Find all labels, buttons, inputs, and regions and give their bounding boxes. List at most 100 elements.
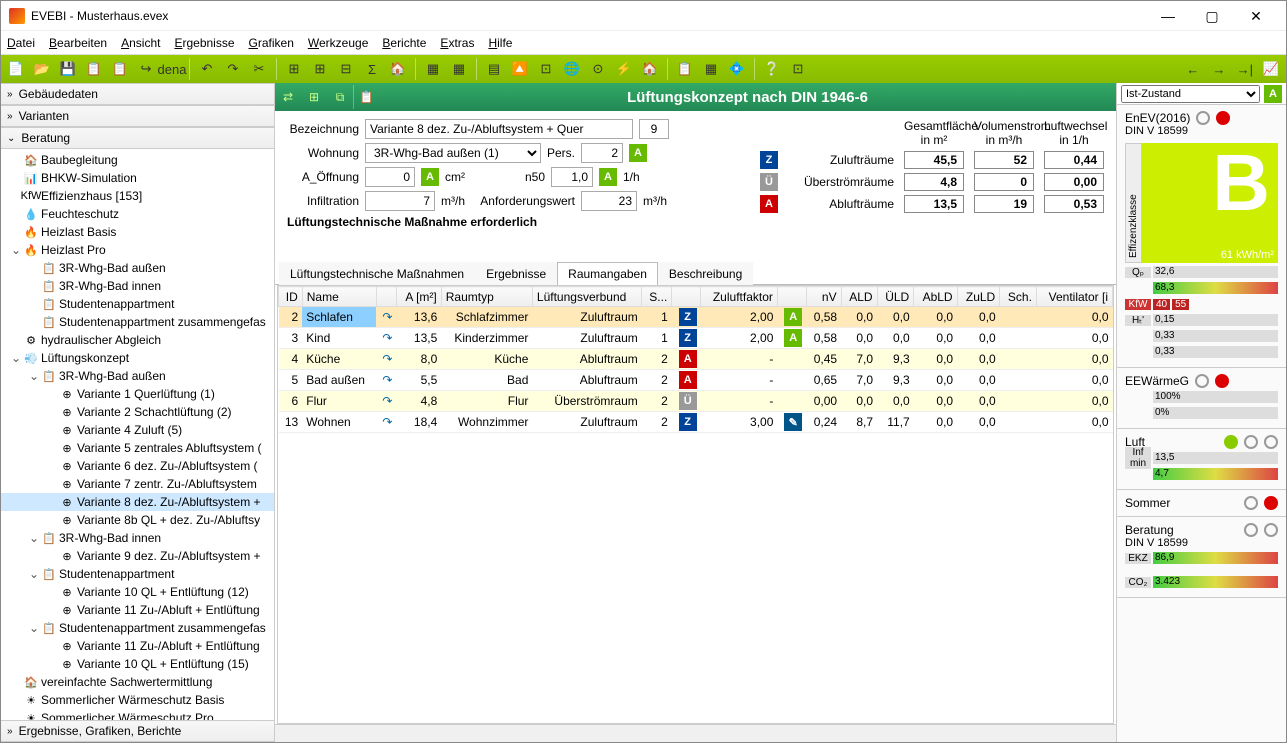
menu-extras[interactable]: Extras (440, 36, 474, 50)
menu-datei[interactable]: Datei (7, 36, 35, 50)
tree-item[interactable]: ⊕Variante 11 Zu-/Abluft + Entlüftung (1, 637, 274, 655)
tree-item[interactable]: 📋3R-Whg-Bad innen (1, 277, 274, 295)
close-button[interactable]: ✕ (1234, 2, 1278, 30)
tool-19[interactable]: ▦ (448, 58, 470, 80)
table-row[interactable]: 13Wohnen↷18,4WohnzimmerZuluftraum2Z3,00✎… (279, 412, 1113, 433)
tree-item[interactable]: ⊕Variante 5 zentrales Abluftsystem ( (1, 439, 274, 457)
tool-26[interactable]: ⚡ (613, 58, 635, 80)
table-wrap[interactable]: IDNameA [m²]RaumtypLüftungsverbundS...Zu… (277, 285, 1114, 724)
tool-27[interactable]: 🏠 (639, 58, 661, 80)
tool-3[interactable]: 📋 (83, 58, 105, 80)
tool-61[interactable]: ← (1182, 58, 1204, 80)
tree-item[interactable]: 📋Studentenappartment zusammengefas (1, 313, 274, 331)
menu-werkzeuge[interactable]: Werkzeuge (308, 36, 368, 50)
tree-item[interactable]: ⌄📋Studentenappartment (1, 565, 274, 583)
tree-item[interactable]: ⊕Variante 2 Schachtlüftung (2) (1, 403, 274, 421)
tool-63[interactable]: →| (1234, 58, 1256, 80)
menu-hilfe[interactable]: Hilfe (488, 36, 512, 50)
tool-21[interactable]: ▤ (483, 58, 505, 80)
tree-item[interactable]: 🏠Baubegleitung (1, 151, 274, 169)
wohnung-select[interactable]: 3R-Whg-Bad außen (1) (365, 143, 541, 163)
h-scrollbar[interactable] (275, 724, 1116, 742)
tool-30[interactable]: ▦ (700, 58, 722, 80)
table-row[interactable]: 6Flur↷4,8FlurÜberströmraum2Ü-0,000,00,00… (279, 391, 1113, 412)
tree-item[interactable]: KfWEffizienzhaus [153] (1, 187, 274, 205)
tool-34[interactable]: ⊡ (787, 58, 809, 80)
tool-23[interactable]: ⊡ (535, 58, 557, 80)
tool-9[interactable]: ↷ (222, 58, 244, 80)
table-row[interactable]: 5Bad außen↷5,5BadAbluftraum2A-0,657,09,3… (279, 370, 1113, 391)
bezeichnung-input[interactable] (365, 119, 633, 139)
state-select[interactable]: Ist-Zustand (1121, 85, 1260, 103)
tree-item[interactable]: ⌄💨Lüftungskonzept (1, 349, 274, 367)
tree-item[interactable]: ⊕Variante 10 QL + Entlüftung (12) (1, 583, 274, 601)
tool-31[interactable]: 💠 (726, 58, 748, 80)
tool-12[interactable]: ⊞ (283, 58, 305, 80)
tool-5[interactable]: ↪ (135, 58, 157, 80)
tool-64[interactable]: 📈 (1260, 58, 1282, 80)
tool-8[interactable]: ↶ (196, 58, 218, 80)
n50-input[interactable] (551, 167, 593, 187)
accordion-varianten[interactable]: »Varianten (1, 105, 274, 127)
accordion-gebaeudedaten[interactable]: »Gebäudedaten (1, 83, 274, 105)
num-button[interactable]: 9 (639, 119, 669, 139)
accordion-ergebnisse[interactable]: »Ergebnisse, Grafiken, Berichte (1, 720, 274, 742)
tool-2[interactable]: 💾 (57, 58, 79, 80)
tree-item[interactable]: ⚙hydraulischer Abgleich (1, 331, 274, 349)
tree-item[interactable]: 📊BHKW-Simulation (1, 169, 274, 187)
tool-0[interactable]: 📄 (5, 58, 27, 80)
tree-item[interactable]: ⊕Variante 9 dez. Zu-/Abluftsystem + (1, 547, 274, 565)
aoeff-input[interactable] (365, 167, 415, 187)
tab-0[interactable]: Lüftungstechnische Maßnahmen (279, 262, 475, 285)
tab-2[interactable]: Raumangaben (557, 262, 658, 285)
tree-item[interactable]: 💧Feuchteschutz (1, 205, 274, 223)
tree-item[interactable]: ⌄🔥Heizlast Pro (1, 241, 274, 259)
tree-item[interactable]: ⊕Variante 6 dez. Zu-/Abluftsystem ( (1, 457, 274, 475)
tree-item[interactable]: ⊕Variante 11 Zu-/Abluft + Entlüftung (1, 601, 274, 619)
menu-berichte[interactable]: Berichte (382, 36, 426, 50)
menu-bearbeiten[interactable]: Bearbeiten (49, 36, 107, 50)
table-row[interactable]: 4Küche↷8,0KücheAbluftraum2A-0,457,09,30,… (279, 349, 1113, 370)
tree[interactable]: 🏠Baubegleitung📊BHKW-SimulationKfWEffizie… (1, 149, 274, 720)
tool-1[interactable]: 📂 (31, 58, 53, 80)
tree-item[interactable]: ☀Sommerlicher Wärmeschutz Pro (1, 709, 274, 720)
pers-input[interactable] (581, 143, 623, 163)
tree-item[interactable]: 🏠vereinfachte Sachwertermittlung (1, 673, 274, 691)
tree-item[interactable]: 📋3R-Whg-Bad außen (1, 259, 274, 277)
minimize-button[interactable]: — (1146, 2, 1190, 30)
tree-item[interactable]: ☀Sommerlicher Wärmeschutz Basis (1, 691, 274, 709)
tree-item[interactable]: ⊕Variante 4 Zuluft (5) (1, 421, 274, 439)
anf-input[interactable] (581, 191, 637, 211)
maximize-button[interactable]: ▢ (1190, 2, 1234, 30)
tool-10[interactable]: ✂ (248, 58, 270, 80)
tool-24[interactable]: 🌐 (561, 58, 583, 80)
tool-18[interactable]: ▦ (422, 58, 444, 80)
tree-item[interactable]: ⌄📋Studentenappartment zusammengefas (1, 619, 274, 637)
table-row[interactable]: 2Schlafen↷13,6SchlafzimmerZuluftraum1Z2,… (279, 307, 1113, 328)
tool-14[interactable]: ⊟ (335, 58, 357, 80)
tree-item[interactable]: 🔥Heizlast Basis (1, 223, 274, 241)
tree-item[interactable]: ⌄📋3R-Whg-Bad innen (1, 529, 274, 547)
menu-ergebnisse[interactable]: Ergebnisse (174, 36, 234, 50)
tree-item[interactable]: ⊕Variante 10 QL + Entlüftung (15) (1, 655, 274, 673)
menu-ansicht[interactable]: Ansicht (121, 36, 160, 50)
tool-22[interactable]: 🔼 (509, 58, 531, 80)
subtool-1[interactable]: ⇄ (275, 85, 301, 109)
tree-item[interactable]: ⊕Variante 1 Querlüftung (1) (1, 385, 274, 403)
tool-4[interactable]: 📋 (109, 58, 131, 80)
accordion-beratung[interactable]: ⌄Beratung (1, 127, 274, 149)
tool-33[interactable]: ❔ (761, 58, 783, 80)
table-row[interactable]: 3Kind↷13,5KinderzimmerZuluftraum1Z2,00A0… (279, 328, 1113, 349)
tool-15[interactable]: Σ (361, 58, 383, 80)
menu-grafiken[interactable]: Grafiken (249, 36, 294, 50)
subtool-4[interactable]: 📋 (353, 85, 379, 109)
tool-29[interactable]: 📋 (674, 58, 696, 80)
tool-25[interactable]: ⊙ (587, 58, 609, 80)
tree-item[interactable]: ⊕Variante 7 zentr. Zu-/Abluftsystem (1, 475, 274, 493)
tree-item[interactable]: ⌄📋3R-Whg-Bad außen (1, 367, 274, 385)
tree-item[interactable]: ⊕Variante 8 dez. Zu-/Abluftsystem + (1, 493, 274, 511)
tool-62[interactable]: → (1208, 58, 1230, 80)
tree-item[interactable]: 📋Studentenappartment (1, 295, 274, 313)
tool-16[interactable]: 🏠 (387, 58, 409, 80)
tab-3[interactable]: Beschreibung (658, 262, 753, 285)
